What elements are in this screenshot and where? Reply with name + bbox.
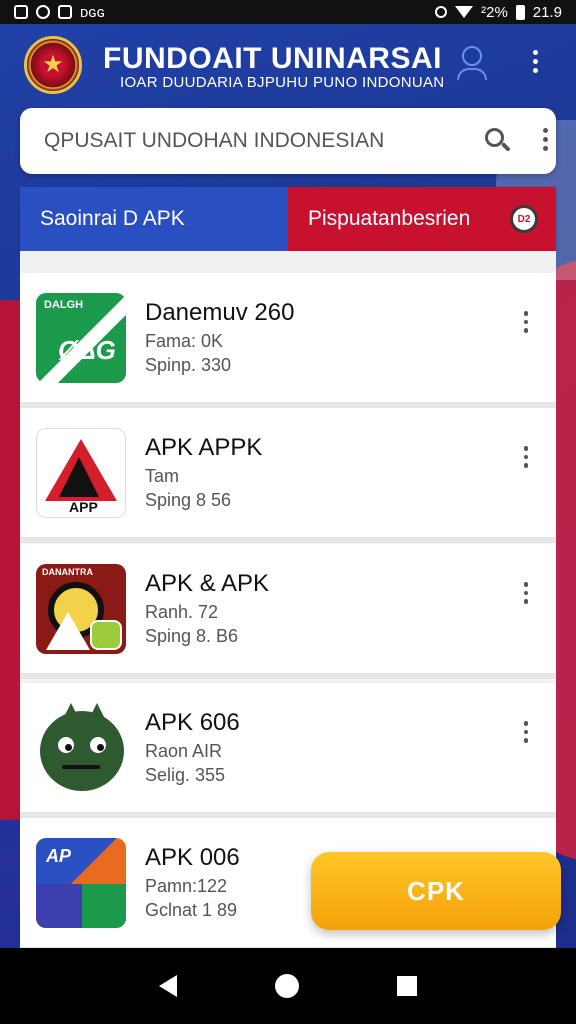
divider (20, 674, 556, 679)
app-subtitle: IOAR DUUDARIA BJPUHU PUNO INDONUAN (120, 74, 445, 91)
app-list: DALGH ØΔG Danemuv 260 Fama: 0K Spinp. 33… (20, 251, 556, 948)
tab-apk-label: Saoinrai D APK (40, 207, 185, 230)
app-name: APK APPK (145, 434, 263, 461)
search-bar (20, 108, 556, 174)
tab-apk[interactable]: Saoinrai D APK (20, 187, 288, 251)
app-detail-1: Raon AIR (145, 741, 223, 761)
app-name: APK 606 (145, 709, 240, 736)
gear-warning-app-icon: DANANTRA (36, 564, 126, 654)
tab-pusat[interactable]: Pispuatanbesrien D2 (288, 187, 556, 251)
tab-bar: Saoinrai D APK Pispuatanbesrien D2 (20, 187, 556, 251)
app-header: ★ FUNDOAIT UNINARSAI IOAR DUUDARIA BJPUH… (0, 24, 576, 106)
cpk-button[interactable]: CPK (311, 852, 561, 930)
user-profile-icon[interactable] (454, 44, 490, 82)
image-notification-icon (58, 5, 72, 19)
star-icon: ★ (42, 51, 64, 78)
list-item[interactable]: APK 606 Raon AIR Selig. 355 (20, 683, 556, 818)
status-left-text: ᴅɢɢ (80, 3, 106, 21)
green-monster-app-icon (36, 703, 126, 793)
search-input[interactable] (44, 126, 464, 156)
recent-apps-icon[interactable] (397, 976, 417, 996)
app-name: APK 006 (145, 844, 240, 871)
status-time: 21.9 (532, 3, 562, 21)
list-item[interactable]: APP APK APPK Tam Sping 8 56 (20, 408, 556, 543)
app-detail-1: Tam (145, 466, 180, 486)
app-icon-logo-text: ØΔG (58, 335, 116, 365)
app-icon-text: APP (69, 499, 98, 515)
status-bar: ᴅɢɢ ²2% 21.9 (0, 0, 576, 24)
tab-pusat-label: Pispuatanbesrien (308, 207, 471, 230)
app-icon-text: DALGH (44, 299, 84, 311)
row-more-icon[interactable] (520, 311, 532, 337)
green-flag-app-icon: DALGH ØΔG (36, 293, 126, 383)
app-detail-2: Sping 8 56 (145, 490, 232, 510)
header-more-icon[interactable] (526, 50, 544, 80)
app-detail-2: Gclnat 1 89 (145, 900, 238, 920)
app-detail-2: Selig. 355 (145, 765, 226, 785)
battery-percent: ²2% (481, 3, 508, 21)
photo-notification-icon (14, 5, 28, 19)
app-detail-2: Sping 8. B6 (145, 626, 239, 646)
row-more-icon[interactable] (520, 446, 532, 472)
back-icon[interactable] (159, 975, 177, 997)
divider (20, 538, 556, 543)
app-detail-1: Fama: 0K (145, 331, 224, 351)
battery-icon (515, 4, 525, 20)
location-icon (435, 6, 448, 18)
sync-notification-icon (36, 5, 50, 19)
app-detail-2: Spinp. 330 (145, 355, 232, 375)
colorful-ap-app-icon: AP (36, 838, 126, 928)
navigation-bar (0, 948, 576, 1024)
red-triangle-app-icon: APP (36, 428, 126, 518)
app-name: Danemuv 260 (145, 299, 295, 326)
home-icon[interactable] (275, 974, 299, 998)
app-icon-text: DANANTRA (42, 567, 93, 577)
app-title: FUNDOAIT UNINARSAI (103, 42, 442, 75)
search-icon[interactable] (485, 128, 511, 154)
list-item[interactable]: DANANTRA APK & APK Ranh. 72 Sping 8. B6 (20, 544, 556, 679)
wifi-icon (455, 6, 474, 18)
emblem-logo: ★ (24, 36, 82, 94)
row-more-icon[interactable] (520, 582, 532, 608)
list-item[interactable]: DALGH ØΔG Danemuv 260 Fama: 0K Spinp. 33… (20, 273, 556, 408)
tab-badge-icon: D2 (510, 205, 538, 233)
app-icon-text: AP (46, 846, 72, 866)
app-name: APK & APK (145, 570, 270, 597)
app-detail-1: Ranh. 72 (145, 602, 219, 622)
app-detail-1: Pamn:122 (145, 876, 228, 896)
row-more-icon[interactable] (520, 721, 532, 747)
search-more-icon[interactable] (537, 128, 553, 154)
